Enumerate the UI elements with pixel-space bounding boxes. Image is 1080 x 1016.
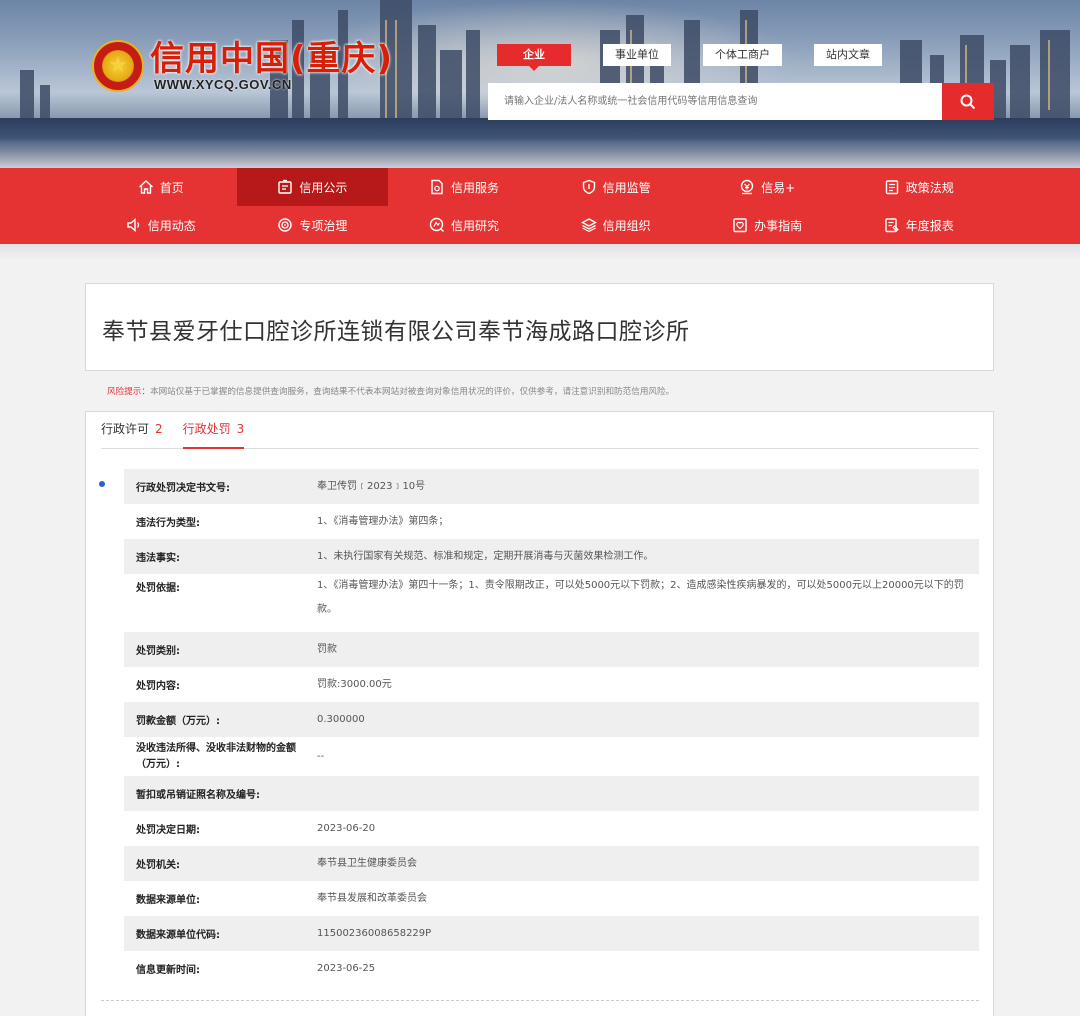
nav-credit-news[interactable]: 信用动态 [85, 206, 237, 244]
tab-count: 2 [155, 422, 163, 436]
detail-row: 没收违法所得、没收非法财物的金额（万元）: -- [136, 742, 325, 770]
search-category-tabs: 企业 事业单位 个体工商户 站内文章 [497, 44, 914, 71]
detail-row: 罚款金额（万元）: 0.300000 [124, 702, 979, 737]
nav-credit-publicity[interactable]: 信用公示 [236, 168, 389, 206]
tab-administrative-penalty[interactable]: 行政处罚 3 [182, 412, 245, 449]
company-title-box: 奉节县爱牙仕口腔诊所连锁有限公司奉节海成路口腔诊所 [85, 283, 994, 371]
target-icon [278, 218, 293, 232]
company-name: 奉节县爱牙仕口腔诊所连锁有限公司奉节海成路口腔诊所 [102, 319, 690, 345]
tab-count: 3 [236, 422, 245, 436]
search-button[interactable] [942, 83, 994, 120]
search-tab-site-articles[interactable]: 站内文章 [814, 44, 882, 66]
nav-credit-research[interactable]: 信用研究 [388, 206, 540, 244]
risk-text: 本网站仅基于已掌握的信息提供查询服务，查询结果不代表本网站对被查询对象信用状况的… [149, 387, 675, 397]
shield-icon [582, 179, 595, 195]
nav-home[interactable]: 首页 [85, 168, 237, 206]
detail-row: 处罚机关: 奉节县卫生健康委员会 [124, 846, 979, 881]
nav-annual-report[interactable]: 年度报表 [843, 206, 995, 244]
divider [101, 1000, 979, 1001]
home-icon [138, 180, 153, 194]
detail-row: 行政处罚决定书文号: 奉卫传罚﹝2023﹞10号 [124, 469, 979, 504]
main-nav: 首页 信用公示 信用服务 信用监管 信易+ 政策法规 信用动态 专项治理 信用研… [0, 168, 1080, 244]
site-logo[interactable]: ★ 信用中国(重庆) WWW.XYCQ.GOV.CN [92, 40, 393, 92]
search-tab-individual-business[interactable]: 个体工商户 [703, 44, 782, 66]
nav-special-governance[interactable]: 专项治理 [237, 206, 389, 244]
report-icon [885, 218, 899, 233]
nav-credit-easy-plus[interactable]: 信易+ [691, 168, 843, 206]
document-icon [431, 179, 443, 195]
search-tab-enterprise[interactable]: 企业 [497, 44, 571, 71]
search-bar [488, 83, 994, 120]
layers-icon [580, 218, 597, 233]
detail-row: 处罚类别: 罚款 [124, 632, 979, 667]
nav-credit-organization[interactable]: 信用组织 [540, 206, 692, 244]
law-icon [885, 180, 898, 195]
research-icon [429, 217, 444, 232]
detail-row: 信息更新时间: 2023-06-25 [136, 962, 376, 977]
nav-credit-supervision[interactable]: 信用监管 [540, 168, 692, 206]
record-tabs: 行政许可 2 行政处罚 3 [101, 412, 979, 449]
header-banner: ★ 信用中国(重庆) WWW.XYCQ.GOV.CN 企业 事业单位 个体工商户… [0, 0, 1080, 168]
detail-row: 数据来源单位代码: 11500236008658229P [124, 916, 979, 951]
detail-row: 处罚决定日期: 2023-06-20 [136, 822, 376, 837]
detail-row: 违法行为类型: 1、《消毒管理办法》第四条； [136, 515, 449, 530]
national-emblem-icon: ★ [92, 40, 144, 92]
notice-icon [278, 179, 293, 194]
coin-icon [740, 179, 754, 195]
guide-icon [733, 218, 747, 233]
penalty-details: 行政处罚决定书文号: 奉卫传罚﹝2023﹞10号 违法行为类型: 1、《消毒管理… [124, 469, 979, 986]
nav-service-guide[interactable]: 办事指南 [691, 206, 843, 244]
record-panel: 行政许可 2 行政处罚 3 行政处罚决定书文号: 奉卫传罚﹝2023﹞10号 违法行… [85, 411, 994, 1016]
nav-policies-regulations[interactable]: 政策法规 [843, 168, 995, 206]
nav-credit-service[interactable]: 信用服务 [388, 168, 540, 206]
speaker-icon [127, 217, 139, 233]
record-bullet-icon [99, 481, 105, 487]
search-icon [960, 94, 976, 109]
detail-row: 暂扣或吊销证照名称及编号: [124, 776, 979, 811]
tab-administrative-license[interactable]: 行政许可 2 [101, 412, 163, 449]
risk-notice: 风险提示：本网站仅基于已掌握的信息提供查询服务，查询结果不代表本网站对被查询对象… [107, 385, 674, 397]
site-title: 信用中国(重庆) [150, 38, 394, 79]
search-input[interactable] [488, 83, 942, 120]
detail-row: 数据来源单位: 奉节县发展和改革委员会 [136, 892, 427, 907]
risk-label: 风险提示： [107, 387, 150, 397]
detail-row: 处罚内容: 罚款:3000.00元 [136, 678, 392, 693]
detail-row: 处罚依据: 1、《消毒管理办法》第四十一条；1、责令限期改正，可以处5000元以… [136, 580, 964, 615]
detail-row: 违法事实: 1、未执行国家有关规范、标准和规定，定期开展消毒与灭菌效果检测工作。 [124, 539, 979, 574]
search-tab-institution[interactable]: 事业单位 [603, 44, 671, 66]
